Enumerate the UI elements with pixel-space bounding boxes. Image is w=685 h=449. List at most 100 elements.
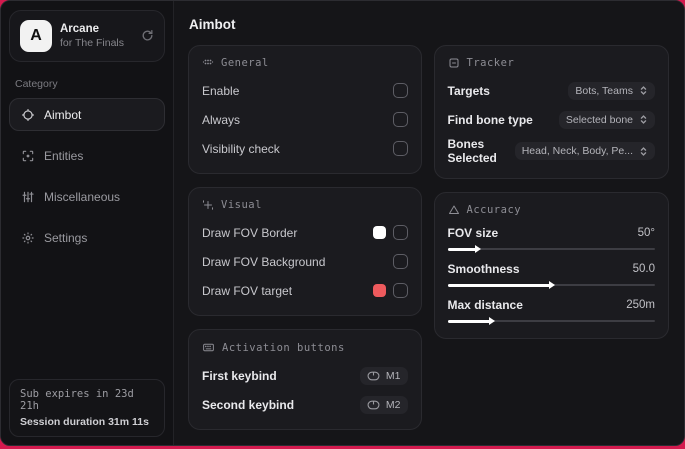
sidebar-item-entities[interactable]: Entities xyxy=(9,139,165,172)
slider-label: Max distance xyxy=(447,298,523,312)
setting-row: Enable xyxy=(202,79,408,102)
draw-fov-background-checkbox[interactable] xyxy=(392,254,408,269)
setting-label: Enable xyxy=(202,83,240,98)
app-subtitle: for The Finals xyxy=(60,37,124,49)
smoothness-slider-row: Smoothness 50.0 xyxy=(447,262,655,289)
setting-row: Targets Bots, Teams xyxy=(448,79,655,102)
setting-label: Second keybind xyxy=(202,397,295,412)
app-window: A Arcane for The Finals Category Aimbot xyxy=(0,0,685,446)
eye-icon xyxy=(202,199,214,211)
always-checkbox[interactable] xyxy=(392,112,408,127)
category-label: Category xyxy=(15,78,58,90)
chevron-up-down-icon xyxy=(639,146,648,157)
select-value: Bots, Teams xyxy=(575,84,633,97)
accuracy-card: Accuracy FOV size 50° Smoothness 50.0 Ma… xyxy=(433,192,669,339)
setting-label: Draw FOV Background xyxy=(202,254,326,269)
card-title: Tracker xyxy=(466,57,515,69)
select-value: Selected bone xyxy=(565,113,633,126)
setting-row: Always xyxy=(202,108,408,131)
setting-label: Targets xyxy=(447,83,490,98)
draw-fov-target-checkbox[interactable] xyxy=(392,283,408,298)
chevron-up-down-icon xyxy=(639,85,648,96)
draw-fov-border-checkbox[interactable] xyxy=(392,225,408,240)
setting-label: Visibility check xyxy=(202,141,280,156)
find-bone-type-select[interactable]: Selected bone xyxy=(558,110,655,129)
subscription-card: Sub expires in 23d 21h Session duration … xyxy=(9,379,165,437)
setting-label: Draw FOV target xyxy=(202,283,293,298)
second-keybind-button[interactable]: M2 xyxy=(359,395,408,414)
general-card: General Enable Always Visibility check xyxy=(188,45,422,174)
session-duration-text: Session duration 31m 11s xyxy=(20,416,149,428)
fov-size-slider[interactable] xyxy=(447,245,655,253)
slider-handle[interactable] xyxy=(489,317,496,325)
sidebar-item-label: Entities xyxy=(44,148,84,163)
setting-row: Bones Selected Head, Neck, Body, Pe... xyxy=(448,137,655,165)
setting-row: Visibility check xyxy=(202,137,408,160)
sidebar-item-miscellaneous[interactable]: Miscellaneous xyxy=(9,180,165,213)
card-title: General xyxy=(221,57,269,69)
setting-row: Second keybind M2 xyxy=(202,393,408,416)
fov-border-color-swatch[interactable] xyxy=(372,226,386,239)
keybind-value: M2 xyxy=(385,398,401,411)
brand-card: A Arcane for The Finals xyxy=(9,10,165,62)
card-title: Visual xyxy=(221,199,262,211)
sidebar-item-label: Settings xyxy=(44,230,88,245)
entities-icon xyxy=(20,148,35,163)
mouse-icon xyxy=(367,400,380,410)
crosshair-icon xyxy=(20,107,35,122)
sidebar: A Arcane for The Finals Category Aimbot xyxy=(1,1,174,445)
sub-expiry-text: Sub expires in 23d 21h xyxy=(20,388,134,412)
keybind-value: M1 xyxy=(385,369,401,382)
grid-icon xyxy=(202,57,214,69)
setting-row: Draw FOV target xyxy=(202,279,408,302)
refresh-icon[interactable] xyxy=(141,29,154,44)
setting-label: Always xyxy=(202,112,241,127)
page-title: Aimbot xyxy=(189,17,236,32)
card-title: Activation buttons xyxy=(222,341,345,354)
setting-label: First keybind xyxy=(202,368,277,383)
chevron-up-down-icon xyxy=(639,114,648,125)
smoothness-slider[interactable] xyxy=(447,281,655,289)
tracker-card: Tracker Targets Bots, Teams Find bone ty… xyxy=(433,45,669,179)
app-name: Arcane xyxy=(60,23,99,35)
activation-card: Activation buttons First keybind M1 Seco… xyxy=(188,329,422,430)
sidebar-item-label: Aimbot xyxy=(44,107,82,122)
slider-label: FOV size xyxy=(447,226,499,240)
mouse-icon xyxy=(367,371,380,381)
visibility-check-checkbox[interactable] xyxy=(392,141,408,156)
main-content: Aimbot General Enable Always Visibility … xyxy=(174,1,684,445)
keyboard-icon xyxy=(202,341,215,354)
setting-row: Find bone type Selected bone xyxy=(448,108,655,131)
setting-label: Find bone type xyxy=(447,112,533,127)
slider-value: 50° xyxy=(637,227,655,239)
max-distance-slider[interactable] xyxy=(447,317,655,325)
sliders-icon xyxy=(20,189,35,204)
slider-handle[interactable] xyxy=(474,245,481,253)
slider-value: 250m xyxy=(626,299,655,311)
setting-row: First keybind M1 xyxy=(202,364,408,387)
max-distance-slider-row: Max distance 250m xyxy=(447,298,655,325)
scan-icon xyxy=(448,57,460,69)
fov-size-slider-row: FOV size 50° xyxy=(447,226,655,253)
sidebar-item-settings[interactable]: Settings xyxy=(9,221,165,254)
card-title: Accuracy xyxy=(466,204,522,216)
setting-row: Draw FOV Border xyxy=(202,221,408,244)
triangle-icon xyxy=(448,204,460,216)
fov-target-color-swatch[interactable] xyxy=(372,284,386,297)
gear-icon xyxy=(20,230,35,245)
sidebar-item-aimbot[interactable]: Aimbot xyxy=(9,98,165,131)
visual-card: Visual Draw FOV Border Draw FOV Backgrou… xyxy=(188,187,422,316)
select-value: Head, Neck, Body, Pe... xyxy=(521,145,633,157)
slider-value: 50.0 xyxy=(632,263,655,275)
setting-row: Draw FOV Background xyxy=(202,250,408,273)
sidebar-item-label: Miscellaneous xyxy=(44,189,121,204)
slider-handle[interactable] xyxy=(549,281,556,289)
slider-label: Smoothness xyxy=(447,262,520,276)
enable-checkbox[interactable] xyxy=(392,83,408,98)
bones-selected-select[interactable]: Head, Neck, Body, Pe... xyxy=(514,142,655,160)
setting-label: Bones Selected xyxy=(447,137,497,165)
sidebar-nav: Aimbot Entities Miscellaneous Settings xyxy=(1,98,173,254)
first-keybind-button[interactable]: M1 xyxy=(359,366,408,385)
targets-select[interactable]: Bots, Teams xyxy=(568,81,655,100)
app-logo: A xyxy=(20,20,52,52)
